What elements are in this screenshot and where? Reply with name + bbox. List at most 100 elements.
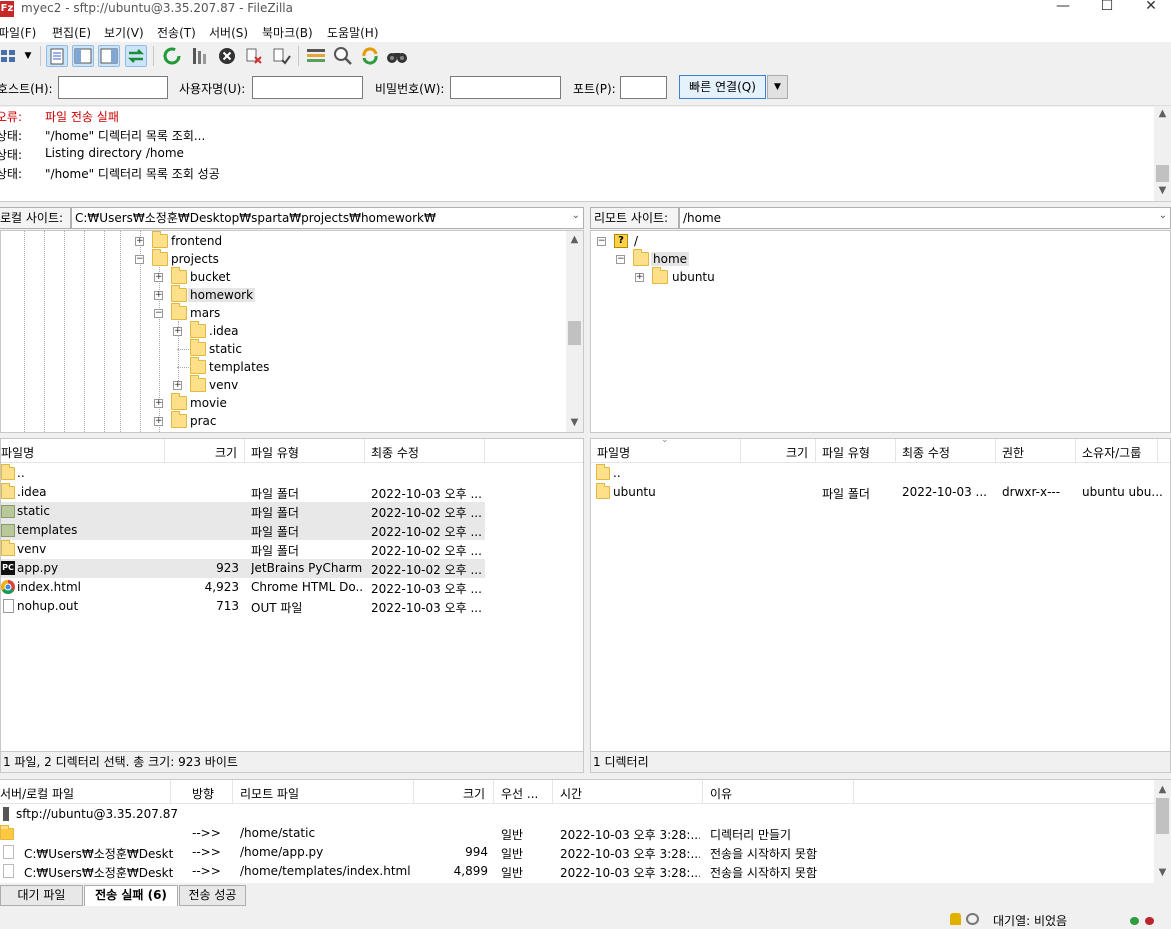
scrollbar-thumb[interactable] (1156, 165, 1169, 182)
column-header[interactable]: 파일명 (1, 444, 34, 461)
tab-failed-transfers[interactable]: 전송 실패 (6) (84, 885, 178, 906)
column-header[interactable]: 최종 수정 (371, 444, 419, 461)
list-item-selected[interactable]: static 파일 폴더 2022-10-02 오후 ... (1, 502, 485, 521)
column-header[interactable]: 소유자/그룹 (1082, 444, 1141, 461)
toggle-message-log-icon[interactable] (46, 45, 68, 67)
expand-icon[interactable]: + (154, 273, 163, 282)
minimize-button[interactable]: — (1040, 0, 1086, 14)
chevron-down-icon[interactable]: ⌄ (1159, 210, 1167, 221)
list-item[interactable]: ubuntu 파일 폴더 2022-10-03 ... drwxr-x--- u… (591, 483, 1170, 502)
tab-successful-transfers[interactable]: 전송 성공 (179, 885, 246, 906)
column-header[interactable]: 권한 (1002, 444, 1024, 461)
list-item[interactable]: index.html 4,923 Chrome HTML Do... 2022-… (1, 578, 485, 597)
queue-local: C:₩Users₩소정훈₩Deskto... (24, 847, 174, 861)
tree-node-label: ubuntu (672, 270, 715, 284)
directory-filter-icon[interactable] (305, 45, 327, 67)
menu-bookmarks[interactable]: 북마크(B) (262, 24, 313, 41)
expand-icon[interactable]: + (635, 273, 644, 282)
remote-path-input[interactable]: /home (679, 207, 1171, 229)
tree-node-label: homework (188, 288, 256, 302)
expand-icon[interactable]: + (173, 381, 182, 390)
queue-row[interactable]: -->> /home/static 일반 2022-10-03 오후 3:28:… (0, 824, 1150, 843)
column-header[interactable]: 크기 (786, 444, 808, 461)
folder-icon (1, 483, 15, 499)
column-header[interactable]: 최종 수정 (902, 444, 950, 461)
menu-help[interactable]: 도움말(H) (327, 24, 379, 41)
compare-directories-icon[interactable] (332, 45, 354, 67)
expand-icon[interactable]: + (154, 291, 163, 300)
list-item[interactable]: .idea 파일 폴더 2022-10-03 오후 ... (1, 483, 485, 502)
synchronized-browsing-icon[interactable] (359, 45, 381, 67)
menu-edit[interactable]: 편집(E) (52, 24, 91, 41)
column-header[interactable]: 서버/로컬 파일 (0, 785, 74, 802)
column-header[interactable]: 파일명 (597, 444, 630, 461)
expand-icon[interactable]: + (173, 327, 182, 336)
queue-row[interactable]: C:₩Users₩소정훈₩Deskto... -->> /home/app.py… (0, 843, 1150, 862)
scrollbar-thumb[interactable] (568, 321, 581, 345)
list-item-selected[interactable]: templates 파일 폴더 2022-10-02 오후 ... (1, 521, 485, 540)
port-input[interactable] (620, 76, 667, 99)
reconnect-icon[interactable] (270, 45, 292, 67)
disconnect-icon[interactable] (243, 45, 265, 67)
chevron-down-icon[interactable]: ⌄ (572, 210, 580, 221)
menu-transfer[interactable]: 전송(T) (157, 24, 196, 41)
column-header[interactable]: 방향 (192, 785, 214, 802)
toggle-remote-tree-icon[interactable] (98, 45, 120, 67)
queue-status-text: 대기열: 비었음 (993, 914, 1068, 928)
list-item[interactable]: venv 파일 폴더 2022-10-02 오후 ... (1, 540, 485, 559)
expand-icon[interactable]: + (154, 417, 163, 426)
chevron-down-icon[interactable]: ▼ (1154, 185, 1171, 196)
column-header[interactable]: 이유 (710, 785, 732, 802)
chevron-up-icon[interactable]: ▲ (1154, 784, 1171, 795)
column-header[interactable]: 파일 유형 (251, 444, 299, 461)
collapse-icon[interactable]: − (597, 237, 606, 246)
username-input[interactable] (252, 76, 363, 99)
menu-server[interactable]: 서버(S) (209, 24, 248, 41)
menu-view[interactable]: 보기(V) (104, 24, 144, 41)
search-remote-files-icon[interactable] (386, 45, 408, 67)
refresh-icon[interactable] (161, 45, 183, 67)
queue-row[interactable]: C:₩Users₩소정훈₩Deskto... -->> /home/templa… (0, 862, 1150, 881)
column-header[interactable]: 파일 유형 (822, 444, 870, 461)
column-header[interactable]: 리모트 파일 (240, 785, 299, 802)
expand-icon[interactable]: + (154, 399, 163, 408)
file-modified: 2022-10-03 오후 ... (371, 582, 482, 596)
chevron-up-icon[interactable]: ▲ (1154, 108, 1171, 119)
chevron-down-icon[interactable]: ▼ (566, 417, 583, 428)
quickconnect-dropdown-icon[interactable]: ▼ (767, 75, 788, 99)
list-item[interactable]: .. (591, 464, 1170, 483)
speed-limit-icon[interactable] (966, 913, 979, 925)
list-item[interactable]: .. (1, 464, 485, 483)
local-path-input[interactable]: C:₩Users₩소정훈₩Desktop₩sparta₩projects₩hom… (71, 207, 584, 229)
collapse-icon[interactable]: − (154, 309, 163, 318)
queue-server-row[interactable]: sftp://ubuntu@3.35.207.87 (0, 805, 1150, 824)
column-header[interactable]: 시간 (560, 785, 582, 802)
password-input[interactable] (450, 76, 561, 99)
menu-file[interactable]: 파일(F) (0, 24, 36, 41)
process-queue-icon[interactable] (189, 45, 211, 67)
chevron-up-icon[interactable]: ▲ (566, 234, 583, 245)
scrollbar-thumb[interactable] (1156, 798, 1169, 834)
site-manager-dropdown-icon[interactable]: ▼ (21, 45, 35, 67)
column-header[interactable]: 크기 (215, 444, 237, 461)
close-button[interactable]: ✕ (1128, 0, 1171, 14)
log-scrollbar[interactable]: ▲ ▼ (1154, 107, 1171, 201)
chevron-down-icon[interactable]: ▼ (1154, 867, 1171, 878)
column-header[interactable]: 우선 ... (501, 785, 538, 802)
collapse-icon[interactable]: − (135, 255, 144, 264)
collapse-icon[interactable]: − (616, 255, 625, 264)
queue-scrollbar[interactable]: ▲ ▼ (1154, 780, 1171, 883)
host-input[interactable] (58, 76, 168, 99)
column-header[interactable]: 크기 (463, 785, 485, 802)
expand-icon[interactable]: + (135, 237, 144, 246)
tab-queued-files[interactable]: 대기 파일 (0, 885, 83, 906)
list-item[interactable]: nohup.out 713 OUT 파일 2022-10-03 오후 ... (1, 597, 485, 616)
list-item-selected[interactable]: PC app.py 923 JetBrains PyCharm 2022-10-… (1, 559, 485, 578)
site-manager-icon[interactable] (0, 45, 20, 67)
quickconnect-button[interactable]: 빠른 연결(Q) (679, 75, 766, 99)
local-tree-scrollbar[interactable]: ▲ ▼ (566, 231, 583, 432)
toggle-transfer-queue-icon[interactable] (125, 45, 147, 67)
maximize-button[interactable]: ☐ (1084, 0, 1130, 14)
cancel-operation-icon[interactable] (216, 45, 238, 67)
toggle-local-tree-icon[interactable] (72, 45, 94, 67)
